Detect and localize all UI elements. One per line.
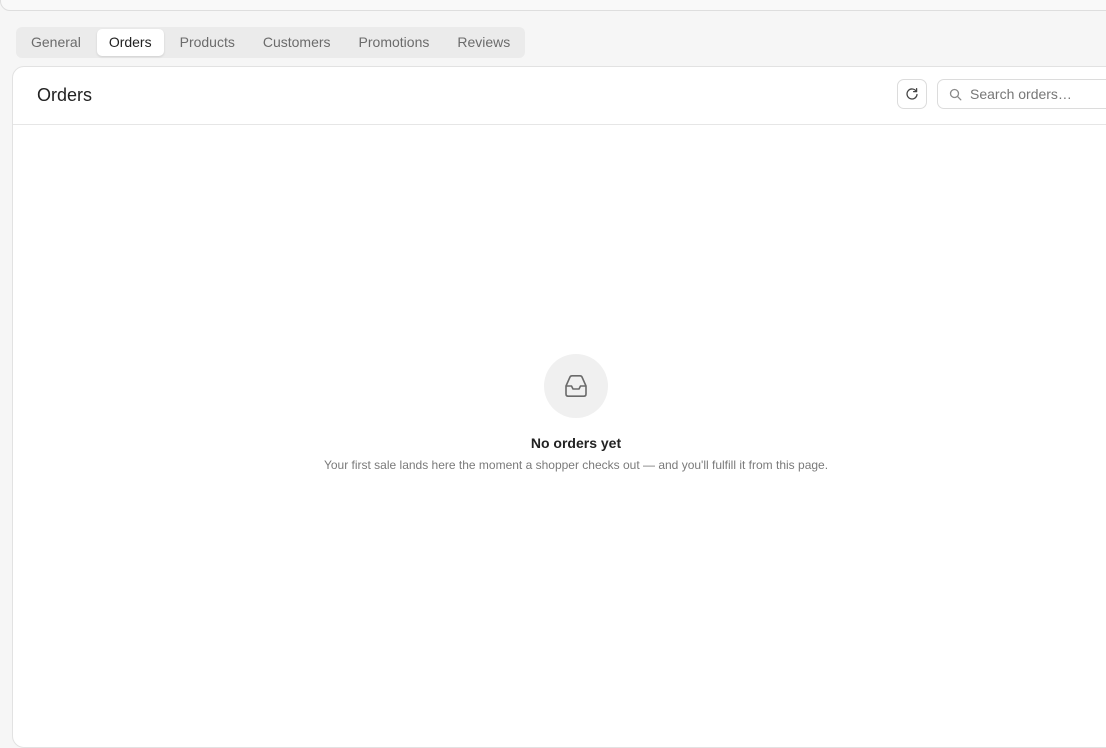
search-icon <box>949 88 962 101</box>
empty-state-icon-circle <box>544 354 608 418</box>
tab-orders[interactable]: Orders <box>96 29 164 56</box>
tab-reviews[interactable]: Reviews <box>445 29 522 56</box>
tab-products[interactable]: Products <box>168 29 247 56</box>
tab-customers[interactable]: Customers <box>251 29 343 56</box>
top-bar <box>0 0 1106 11</box>
refresh-button[interactable] <box>897 79 927 109</box>
panel-header: Orders <box>13 67 1106 125</box>
tab-bar: General Orders Products Customers Promot… <box>16 27 526 58</box>
inbox-icon <box>565 375 587 397</box>
search-box[interactable] <box>937 79 1106 109</box>
page-title: Orders <box>37 85 93 105</box>
tab-general[interactable]: General <box>19 29 93 56</box>
tab-promotions[interactable]: Promotions <box>347 29 442 56</box>
refresh-icon <box>906 87 918 100</box>
empty-state-description: Your first sale lands here the moment a … <box>323 458 829 472</box>
search-input[interactable] <box>970 84 1106 104</box>
empty-state-title: No orders yet <box>530 435 622 451</box>
